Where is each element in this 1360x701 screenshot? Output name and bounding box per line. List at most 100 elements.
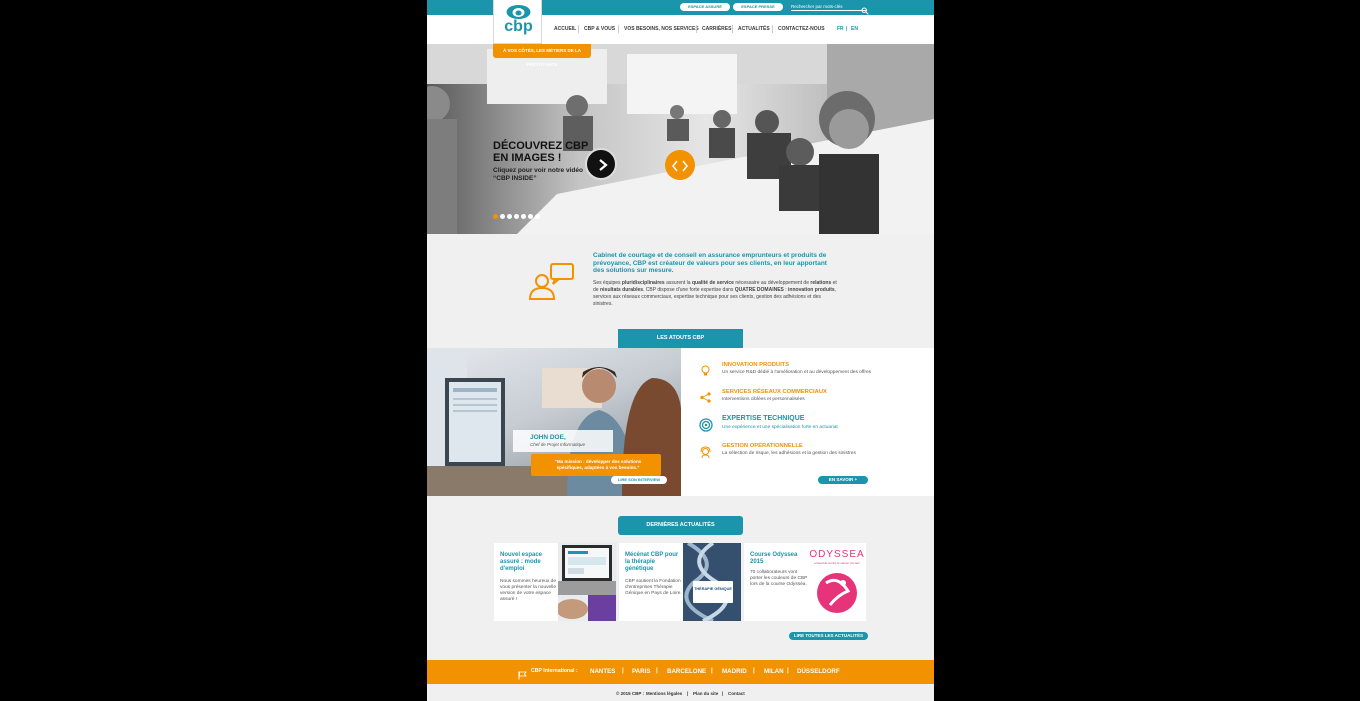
intro-text: nécessaire au développement de [733,280,811,286]
nav-divider [618,25,619,33]
intro-bold: relations [810,280,832,286]
news-text: Nous sommes heureux de vous présenter la… [500,579,556,602]
quote-text: "Ma mission : développer des solutions s… [554,459,642,470]
read-all-news-button[interactable]: LIRE TOUTES LES ACTUALITÉS [789,632,868,640]
copyright: © 2015 CBP : [616,691,644,696]
footer-separator: | [687,691,689,696]
profile-card: JOHN DOE, Chef de Projet Informatique [513,430,613,452]
international-bar: CBP International : NANTES | PARIS | BAR… [427,660,934,684]
share-icon [699,391,712,404]
flag-icon [518,667,527,685]
intro-bold: qualité de service [691,280,734,286]
en-savoir-plus-button[interactable]: EN SAVOIR + [818,476,868,484]
hero-title: DÉCOUVREZ CBP EN IMAGES ! [493,140,589,164]
person-role: Chef de Projet Informatique [530,442,586,447]
nav-divider [732,25,733,33]
nav-actualites[interactable]: ACTUALITÉS [738,26,770,32]
intro-text: Ses équipes [593,280,622,286]
play-video-button[interactable] [585,148,617,180]
contact-link[interactable]: Contact [728,691,745,696]
city-separator: | [753,668,755,674]
cbp-logo[interactable]: cbp [493,0,542,44]
intro-bold: QUATRE DOMAINES [734,287,784,293]
lang-separator: | [846,26,848,32]
lightbulb-icon [699,364,712,377]
hero-subtitle: Cliquez pour voir notre vidéo “CBP INSID… [493,167,583,182]
target-icon [699,418,713,432]
news-section-tab: DERNIÈRES ACTUALITÉS [618,516,743,535]
legal-link[interactable]: Mentions légales [646,691,682,696]
brand-tagline: À VOS CÔTÉS, LES MÉTIERS DE LA PRÉVOYANC… [493,44,591,67]
city-link[interactable]: MADRID [722,668,747,675]
intro-bold: résultats durables [599,287,644,293]
city-separator: | [711,668,713,674]
news-title[interactable]: Course Odyssea 2015 [750,552,808,566]
headset-icon [699,446,712,459]
intro-title: Cabinet de courtage et de conseil en ass… [593,252,827,274]
city-link[interactable]: BARCELONE [667,668,706,675]
nav-carrieres[interactable]: CARRIÈRES [702,26,731,32]
logo-text: cbp [504,18,533,35]
slide-dot[interactable] [500,214,505,219]
feature-desc: La sélection de risque, les adhésions et… [722,451,856,456]
quote-box: "Ma mission : développer des solutions s… [531,454,661,476]
slide-dot[interactable] [528,214,533,219]
city-link[interactable]: MILAN [764,668,784,675]
read-interview-button[interactable]: LIRE SON INTERVIEW [611,476,667,484]
bottom-footer: © 2015 CBP : Mentions légales | Plan du … [427,684,934,701]
feature-desc: Une expérience et une spécialisation for… [722,425,838,430]
city-link[interactable]: NANTES [590,668,615,675]
news-title[interactable]: Mécénat CBP pour la thérapie génétique [625,552,683,573]
city-link[interactable]: PARIS [632,668,650,675]
nav-cbp-vous[interactable]: CBP & VOUS [584,26,615,32]
feature-title: SERVICES RÉSEAUX COMMERCIAUX [722,389,827,395]
sitemap-link[interactable]: Plan du site [693,691,718,696]
city-separator: | [656,668,658,674]
intro-text: . CBP dispose d'une forte expertise dans [643,287,735,293]
nav-divider [696,25,697,33]
search-input[interactable] [791,3,867,11]
person-name: JOHN DOE, [530,434,566,441]
feature-desc: Interventions ciblées et personnalisées [722,397,805,402]
chevron-left-right-icon [672,159,688,177]
nav-besoins-services[interactable]: VOS BESOINS, NOS SERVICES [624,26,699,32]
slide-dot[interactable] [514,214,519,219]
intro-body: Ses équipes pluridisciplinaires assurent… [593,280,838,308]
intro-text: assurent la [664,280,692,286]
city-separator: | [622,668,624,674]
city-separator: | [787,668,789,674]
news-text: CBP soutient la Fondation d'entreprises … [625,579,682,596]
atouts-features: INNOVATION PRODUITS Un service R&D dédié… [681,348,934,496]
intro-bold: innovation produits [788,287,835,293]
lang-en-link[interactable]: EN [851,26,858,32]
odyssea-logo: ODYSSEA ensemble contre le cancer du sei… [808,543,866,621]
espace-presse-button[interactable]: ESPACE PRESSE [733,3,783,11]
therapie-badge: THÉRAPIE GÉNIQUE [694,587,732,591]
atouts-photo: JOHN DOE, Chef de Projet Informatique "M… [427,348,681,496]
news-text: 70 collaborateurs vont porter les couleu… [750,570,808,587]
hero-photo [427,44,934,234]
lang-fr-link[interactable]: FR [837,26,844,32]
slide-dot[interactable] [507,214,512,219]
website-page: ESPACE ASSURÉ ESPACE PRESSE ACCUEIL CBP … [427,0,934,701]
atouts-section-tab: LES ATOUTS CBP [618,329,743,348]
city-link[interactable]: DÜSSELDORF [797,668,840,675]
nav-contact[interactable]: CONTACTEZ-NOUS [778,26,825,32]
feature-desc: Un service R&D dédié à l'amélioration et… [722,370,872,375]
news-title[interactable]: Nouvel espace assuré : mode d'emploi [500,552,558,573]
espace-assure-button[interactable]: ESPACE ASSURÉ [680,3,730,11]
slide-dot-active[interactable] [493,214,498,219]
slide-dot[interactable] [535,214,540,219]
slider-nav-button[interactable] [665,150,695,180]
news-card[interactable]: Course Odyssea 2015 70 collaborateurs vo… [744,543,866,621]
play-icon [598,158,608,176]
slide-dot[interactable] [521,214,526,219]
user-chat-icon [527,262,577,307]
nav-accueil[interactable]: ACCUEIL [554,26,576,32]
news-card[interactable]: Mécénat CBP pour la thérapie génétique C… [619,543,741,621]
news-card[interactable]: Nouvel espace assuré : mode d'emploi Nou… [494,543,616,621]
nav-divider [772,25,773,33]
feature-title: EXPERTISE TECHNIQUE [722,415,805,422]
search-icon[interactable] [861,2,869,15]
intro-bold: pluridisciplinaires [621,280,665,286]
